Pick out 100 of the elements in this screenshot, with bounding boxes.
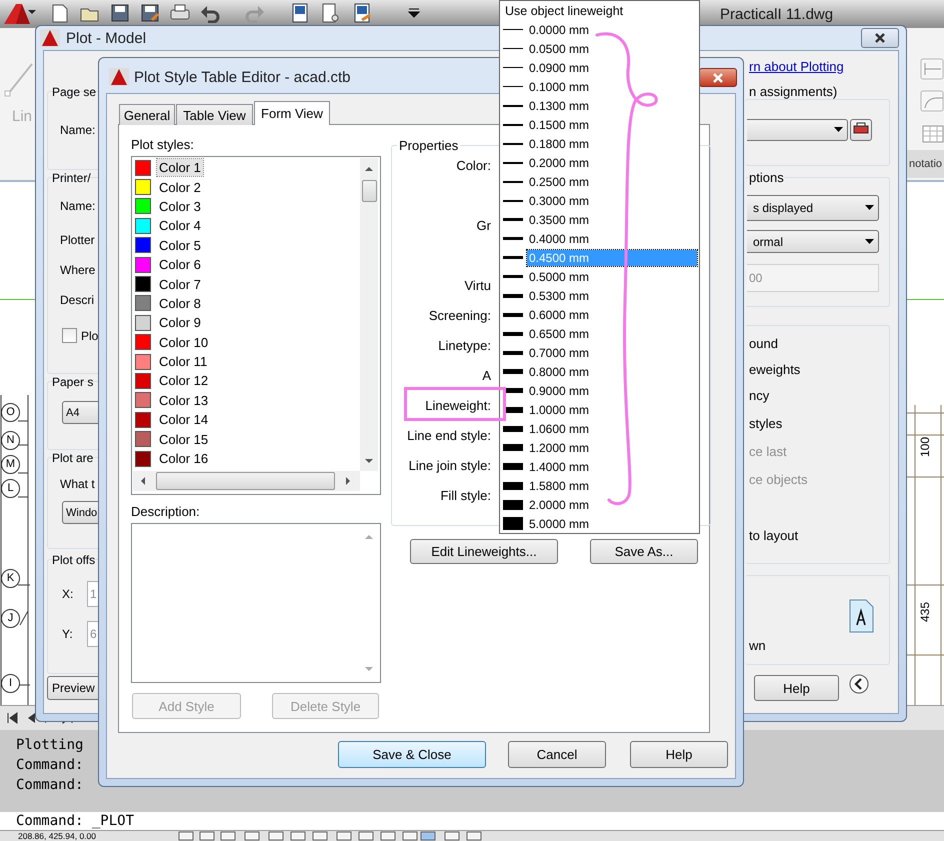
dropdown-option[interactable]: 1.0000 mm — [527, 402, 697, 418]
status-toggle-icon[interactable] — [444, 831, 460, 841]
scroll-thumb[interactable] — [156, 472, 335, 490]
plot-style-item[interactable]: Color 14 — [157, 411, 210, 428]
help-button[interactable]: Help — [754, 675, 839, 701]
dropdown-option[interactable]: 0.2000 mm — [527, 154, 697, 170]
close-button[interactable] — [861, 28, 899, 48]
tab[interactable]: Form View — [254, 101, 330, 125]
plot-style-item[interactable]: Color 4 — [157, 217, 203, 234]
dropdown-option[interactable]: 0.5300 mm — [527, 288, 697, 304]
collapse-icon[interactable] — [849, 674, 869, 694]
dropdown-option[interactable]: 0.6000 mm — [527, 306, 697, 322]
dropdown-option[interactable]: 0.1000 mm — [527, 78, 697, 94]
option-label[interactable]: styles — [749, 417, 782, 431]
plot-style-item[interactable]: Color 7 — [157, 276, 203, 293]
dropdown[interactable]: Windo — [62, 501, 98, 524]
status-toggle-icon[interactable] — [402, 831, 418, 841]
plot-style-item[interactable]: Color 9 — [157, 314, 203, 332]
dropdown-option[interactable]: 0.4000 mm — [527, 230, 697, 246]
plot-style-item[interactable]: Color 5 — [157, 236, 203, 254]
plot-style-edit-button[interactable] — [850, 119, 872, 141]
close-button[interactable] — [699, 68, 737, 87]
option-label[interactable]: eweights — [749, 363, 800, 377]
lineweight-dropdown-menu[interactable] — [499, 0, 700, 534]
tab[interactable]: General — [119, 104, 175, 125]
dropdown-option[interactable]: 1.4000 mm — [527, 458, 697, 474]
property-button[interactable]: Save As... — [590, 539, 698, 564]
dimension-tool-icon[interactable] — [920, 58, 944, 80]
app-logo-icon[interactable] — [2, 2, 36, 26]
vertical-scrollbar[interactable] — [360, 158, 378, 471]
status-toggle-icon[interactable] — [178, 831, 194, 841]
plot-style-item[interactable]: Color 6 — [157, 256, 203, 274]
status-toggle-icon[interactable] — [380, 831, 396, 841]
plot-style-item[interactable]: Color 3 — [157, 198, 203, 215]
plot-style-item[interactable]: Color 15 — [157, 430, 210, 448]
tab[interactable]: Table View — [176, 104, 253, 125]
status-toggle-icon[interactable] — [199, 831, 215, 841]
save-icon[interactable] — [110, 3, 130, 23]
first-tab-icon[interactable] — [6, 712, 18, 724]
dropdown-option[interactable]: 0.5000 mm — [527, 268, 697, 284]
dropdown[interactable]: ormal — [747, 230, 879, 253]
leader-tool-icon[interactable] — [920, 90, 944, 112]
plot-icon[interactable] — [352, 3, 372, 23]
scroll-up-icon[interactable] — [364, 166, 374, 172]
dropdown-option[interactable]: 0.1300 mm — [527, 98, 697, 114]
previous-tab-icon[interactable] — [26, 712, 36, 724]
checkbox-label[interactable]: Plo — [81, 329, 98, 343]
dialog-button[interactable]: Save & Close — [338, 741, 486, 768]
dropdown-arrow-icon[interactable] — [408, 8, 420, 18]
plot-style-item[interactable]: Color 12 — [157, 372, 210, 390]
dropdown-option[interactable]: 0.0000 mm — [527, 22, 697, 38]
dropdown-option[interactable]: 0.7000 mm — [527, 344, 697, 360]
option-label[interactable]: ound — [749, 337, 778, 351]
plot-style-item[interactable]: Color 1 — [157, 159, 203, 176]
dropdown-option[interactable]: 0.1800 mm — [527, 136, 697, 152]
dropdown-option[interactable]: 0.0900 mm — [527, 60, 697, 76]
plot-style-item[interactable]: Color 10 — [157, 334, 210, 351]
scroll-left-icon[interactable] — [140, 476, 146, 486]
horizontal-scrollbar[interactable] — [133, 471, 360, 491]
status-toggle-icon[interactable] — [420, 831, 436, 841]
status-toggle-icon[interactable] — [268, 831, 284, 841]
dropdown-option[interactable]: 0.0500 mm — [527, 40, 697, 56]
option-label[interactable]: ncy — [749, 389, 770, 403]
dialog-button[interactable]: Help — [630, 741, 728, 768]
plot-styles-list[interactable]: Color 1 Color 2 Color 3 Color 4 Color 5 Color 6 Color 7 Color 8 Color 9 Color 10 Color 11 Color 12 Color 13 Color 14 Color 15 Color 16 — [131, 156, 381, 495]
save-as-icon[interactable] — [140, 3, 160, 23]
help-link[interactable]: rn about Plotting — [749, 59, 844, 74]
plot-style-item[interactable]: Color 13 — [157, 392, 210, 409]
scroll-thumb[interactable] — [362, 180, 377, 202]
status-toggle-icon[interactable] — [290, 831, 306, 841]
dropdown[interactable]: A4 — [62, 401, 98, 424]
dropdown-option[interactable]: 0.3000 mm — [527, 192, 697, 208]
checkbox[interactable] — [62, 328, 77, 343]
dropdown-option[interactable]: 0.3500 mm — [527, 212, 697, 228]
dropdown-option[interactable]: 0.9000 mm — [527, 382, 697, 398]
preview-button[interactable]: Preview — [47, 676, 98, 700]
dropdown-option[interactable]: 1.2000 mm — [527, 440, 697, 456]
dropdown-option[interactable]: 0.2500 mm — [527, 174, 697, 190]
table-tool-icon[interactable] — [922, 125, 944, 143]
dropdown-option[interactable]: 2.0000 mm — [527, 496, 697, 512]
preview-icon[interactable] — [320, 3, 340, 23]
scroll-down-icon[interactable] — [364, 458, 374, 464]
dropdown[interactable] — [747, 119, 848, 141]
status-toggle-icon[interactable] — [466, 831, 482, 841]
dropdown-option[interactable]: Use object lineweight — [503, 2, 697, 18]
status-toggle-icon[interactable] — [358, 831, 374, 841]
property-button[interactable]: Edit Lineweights... — [410, 539, 558, 564]
status-toggle-icon[interactable] — [220, 831, 236, 841]
new-file-icon[interactable] — [50, 3, 70, 23]
dropdown-option[interactable]: 0.8000 mm — [527, 364, 697, 380]
status-toggle-icon[interactable] — [312, 831, 328, 841]
scroll-right-icon[interactable] — [345, 476, 351, 486]
option-label[interactable]: to layout — [749, 529, 798, 543]
dropdown-option[interactable]: 1.5800 mm — [527, 478, 697, 494]
ribbon-label[interactable]: notatio — [909, 158, 942, 170]
dropdown[interactable]: s displayed — [747, 195, 879, 221]
dropdown-option[interactable]: 5.0000 mm — [527, 516, 697, 532]
dropdown-option[interactable]: 1.0600 mm — [527, 420, 697, 436]
status-toggle-icon[interactable] — [244, 831, 260, 841]
plot-style-item[interactable]: Color 16 — [157, 450, 210, 468]
